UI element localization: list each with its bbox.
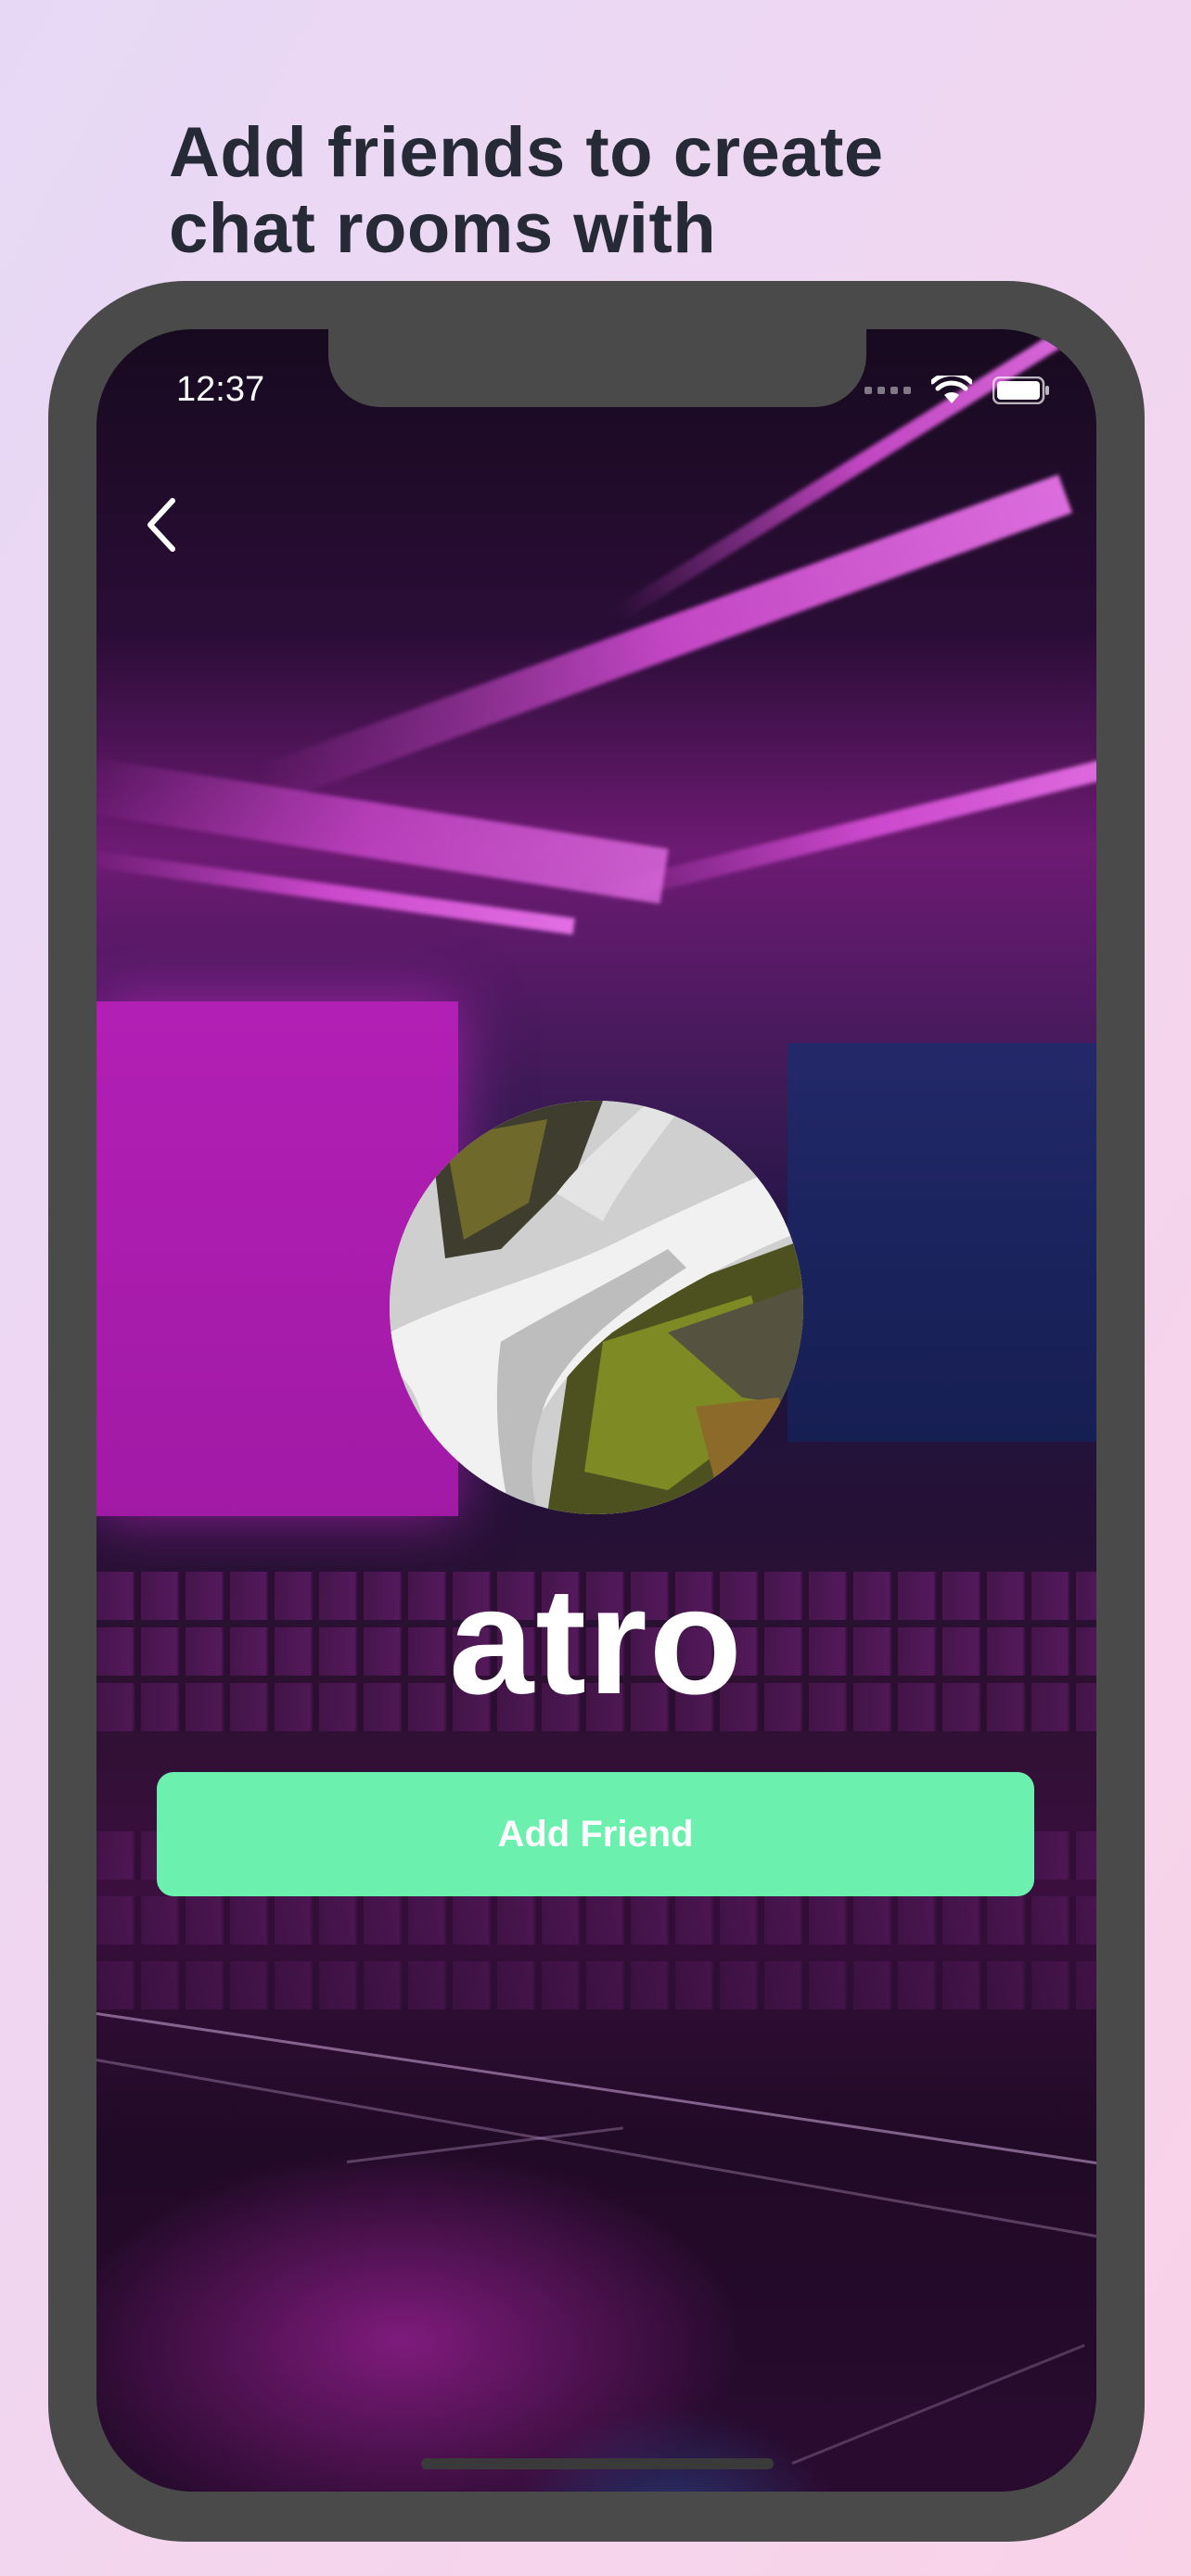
wifi-icon	[931, 376, 972, 403]
add-friend-button[interactable]: Add Friend	[157, 1772, 1034, 1896]
phone-screen: 12:37 atro Add Friend	[96, 329, 1096, 2492]
signal-icon	[864, 387, 911, 394]
phone-notch	[328, 329, 866, 407]
battery-icon	[992, 376, 1049, 404]
headline-line-2: chat rooms with	[169, 189, 717, 268]
profile-avatar	[390, 1101, 803, 1514]
cinema-wall	[788, 1043, 1096, 1442]
status-time: 12:37	[176, 370, 265, 409]
headline-line-1: Add friends to create	[169, 113, 884, 192]
home-indicator	[421, 2458, 774, 2469]
waterfall-image-icon	[390, 1101, 803, 1514]
back-button[interactable]	[134, 491, 189, 558]
promo-headline: Add friends to create chat rooms with	[169, 115, 1059, 267]
profile-username: atro	[449, 1556, 744, 1726]
chevron-left-icon	[147, 498, 175, 552]
status-icons	[864, 376, 1050, 405]
